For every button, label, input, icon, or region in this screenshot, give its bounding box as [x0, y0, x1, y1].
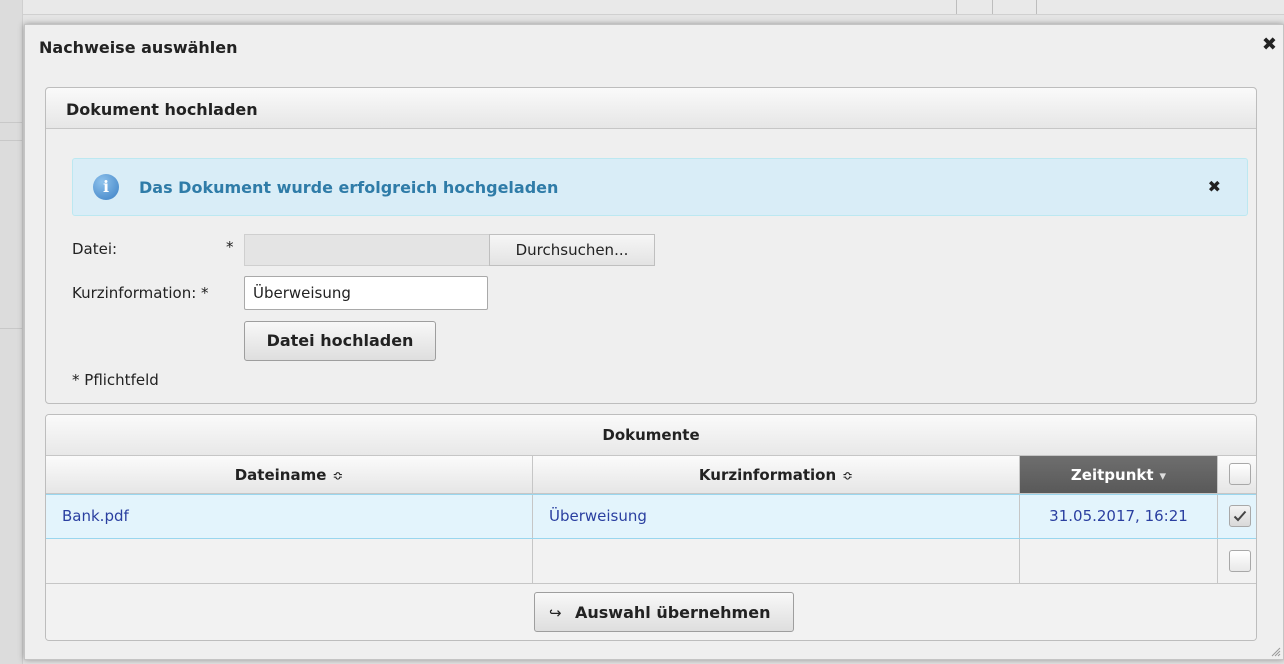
column-header-label: Zeitpunkt: [1070, 466, 1154, 484]
cell-short-info: Überweisung: [533, 495, 1020, 538]
success-alert: i Das Dokument wurde erfolgreich hochgel…: [72, 158, 1248, 216]
table-row[interactable]: [46, 539, 1256, 584]
cell-filename[interactable]: Bank.pdf: [46, 495, 533, 538]
file-path-field[interactable]: [244, 234, 491, 266]
resize-grip-icon[interactable]: [1271, 647, 1281, 657]
column-header-filename[interactable]: Dateiname ≎: [46, 456, 533, 494]
short-info-input[interactable]: Überweisung: [244, 276, 488, 310]
upload-panel: Dokument hochladen i Das Dokument wurde …: [45, 87, 1257, 404]
upload-file-button[interactable]: Datei hochladen: [244, 321, 436, 361]
sort-icon: ≎: [842, 469, 854, 484]
browse-button[interactable]: Durchsuchen...: [489, 234, 655, 266]
select-all-checkbox[interactable]: [1229, 463, 1251, 485]
apply-arrow-icon: ↪: [549, 604, 562, 622]
cell-timestamp: 31.05.2017, 16:21: [1020, 495, 1218, 538]
cell-filename: [46, 539, 533, 583]
table-row[interactable]: Bank.pdf Überweisung 31.05.2017, 16:21: [46, 494, 1256, 539]
upload-panel-header[interactable]: Dokument hochladen: [46, 88, 1256, 129]
cell-short-info: [533, 539, 1020, 583]
cell-select: [1218, 539, 1256, 583]
background-divider: [992, 0, 993, 14]
background-divider: [0, 140, 22, 141]
background-divider: [1036, 0, 1037, 14]
apply-selection-button[interactable]: ↪ Auswahl übernehmen: [534, 592, 794, 632]
short-info-label: Kurzinformation: *: [72, 284, 209, 302]
row-checkbox[interactable]: [1229, 550, 1251, 572]
upload-panel-title: Dokument hochladen: [66, 100, 258, 119]
file-label: Datei:: [72, 240, 118, 258]
select-evidence-dialog: Nachweise auswählen ✖ Dokument hochladen…: [24, 24, 1284, 660]
dialog-title: Nachweise auswählen: [39, 38, 238, 57]
dialog-close-icon[interactable]: ✖: [1262, 34, 1277, 55]
documents-caption: Dokumente: [46, 415, 1256, 456]
checkmark-icon: [1233, 510, 1247, 522]
dialog-header: Nachweise auswählen ✖: [25, 25, 1283, 69]
background-toolbar: [0, 0, 1284, 15]
sort-descending-icon: ▾: [1159, 469, 1167, 484]
cell-select: [1218, 495, 1256, 538]
sort-icon: ≎: [332, 469, 344, 484]
alert-message: Das Dokument wurde erfolgreich hochgelad…: [139, 178, 559, 197]
column-header-select: [1218, 456, 1256, 494]
column-header-timestamp[interactable]: Zeitpunkt ▾: [1020, 456, 1218, 494]
apply-selection-label: Auswahl übernehmen: [575, 603, 771, 622]
background-divider: [0, 122, 22, 123]
background-divider: [0, 328, 22, 329]
file-required-marker: *: [226, 238, 234, 256]
row-checkbox[interactable]: [1229, 505, 1251, 527]
documents-footer: ↪ Auswahl übernehmen: [46, 585, 1256, 640]
background-sidebar: [0, 0, 23, 664]
alert-close-icon[interactable]: ✖: [1208, 177, 1221, 196]
column-header-short-info[interactable]: Kurzinformation ≎: [533, 456, 1020, 494]
background-divider: [956, 0, 957, 14]
info-icon: i: [93, 174, 119, 200]
documents-table: Dokumente Dateiname ≎ Kurzinformation ≎ Ze…: [45, 414, 1257, 641]
cell-timestamp: [1020, 539, 1218, 583]
column-header-label: Dateiname: [234, 466, 327, 484]
required-field-note: * Pflichtfeld: [72, 371, 159, 389]
column-header-label: Kurzinformation: [698, 466, 837, 484]
